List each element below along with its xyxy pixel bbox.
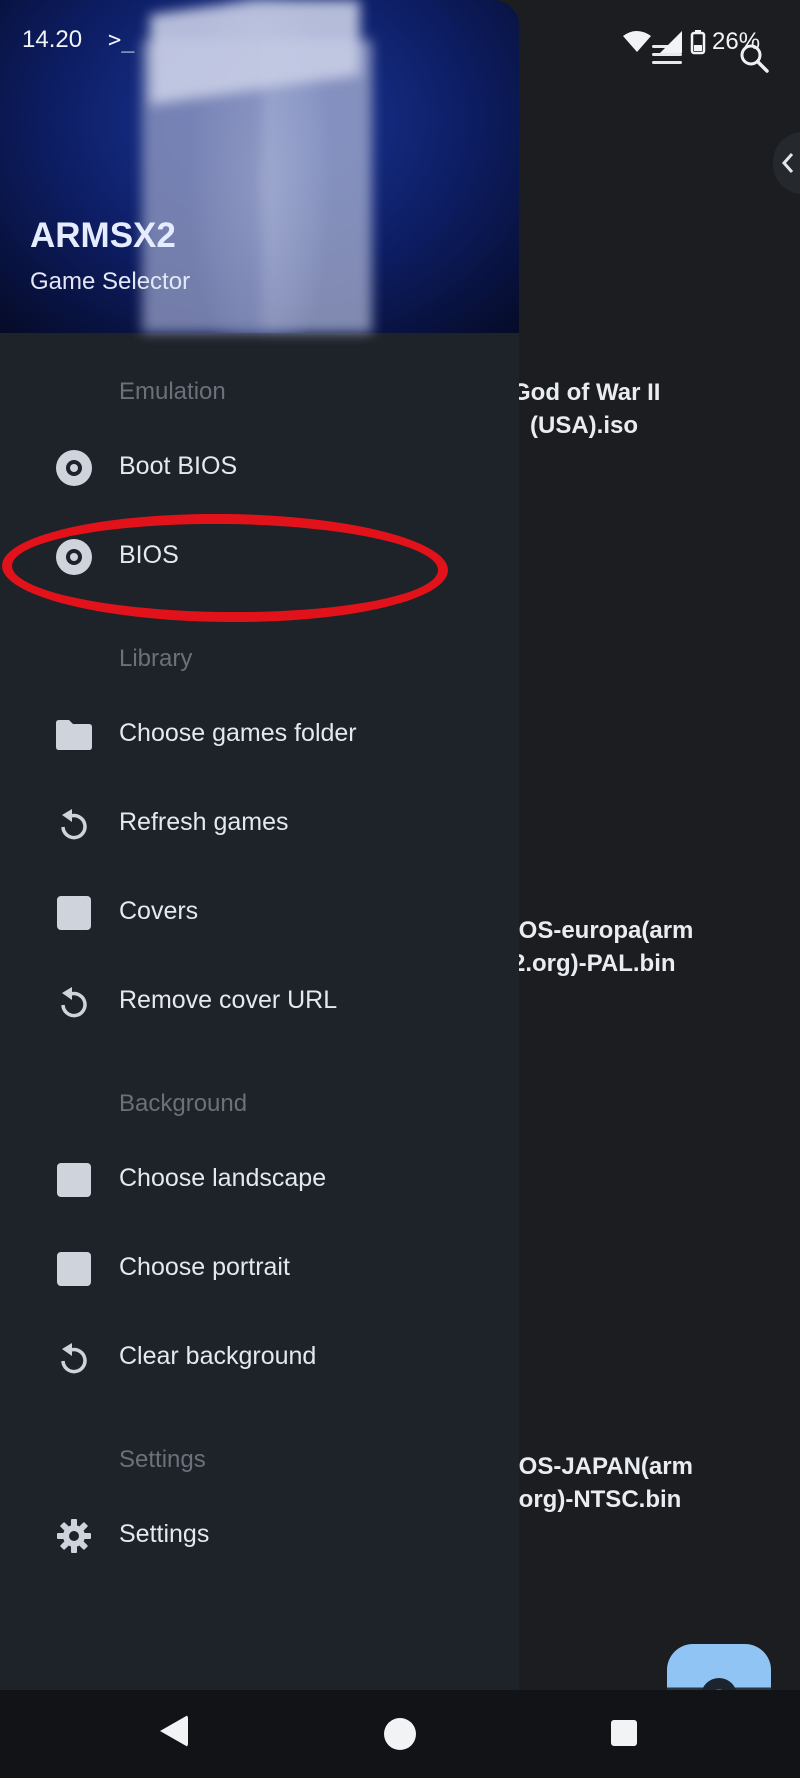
- menu-item-remove-cover-url[interactable]: Remove cover URL: [0, 956, 519, 1045]
- game-list-item[interactable]: God of War II (USA).iso: [512, 376, 772, 442]
- menu-item-label: Refresh games: [119, 808, 289, 836]
- app-subtitle: Game Selector: [30, 268, 191, 295]
- game-title-line2: .org)-NTSC.bin: [512, 1486, 682, 1513]
- menu-item-clear-background[interactable]: Clear background: [0, 1312, 519, 1401]
- gear-icon: [54, 1516, 94, 1556]
- game-title-line1: God of War II: [512, 379, 661, 406]
- menu-item-boot-bios[interactable]: Boot BIOS: [0, 422, 519, 511]
- app-name: ARMSX2: [30, 216, 176, 255]
- menu-item-label: Clear background: [119, 1342, 317, 1370]
- recents-icon[interactable]: [611, 1720, 637, 1746]
- section-emulation: Emulation: [119, 378, 226, 405]
- menu-item-choose-games-folder[interactable]: Choose games folder: [0, 689, 519, 778]
- game-title-line1: IOS-JAPAN(arm: [512, 1453, 693, 1480]
- status-bar: 14.20 >_ 26%: [0, 0, 800, 84]
- signal-icon: [660, 31, 682, 53]
- menu-item-label: Boot BIOS: [119, 452, 238, 480]
- game-title-line2: 2.org)-PAL.bin: [512, 950, 676, 977]
- chevron-left-icon: [781, 153, 794, 173]
- menu-item-choose-landscape[interactable]: Choose landscape: [0, 1134, 519, 1223]
- menu-item-label: Covers: [119, 897, 199, 925]
- radio-icon: [54, 448, 94, 488]
- folder-icon: [54, 715, 94, 755]
- game-list-item[interactable]: IOS-JAPAN(arm .org)-NTSC.bin: [512, 1450, 792, 1516]
- menu-item-covers[interactable]: Covers: [0, 867, 519, 956]
- battery-percent: 26%: [712, 28, 761, 55]
- refresh-icon: [54, 1338, 94, 1378]
- square-icon: [54, 893, 94, 933]
- refresh-icon: [54, 804, 94, 844]
- home-icon[interactable]: [384, 1718, 416, 1750]
- menu-item-choose-portrait[interactable]: Choose portrait: [0, 1223, 519, 1312]
- battery-icon: [690, 30, 706, 55]
- status-icons: 26%: [622, 24, 760, 60]
- menu-item-label: Remove cover URL: [119, 986, 338, 1014]
- side-panel-handle[interactable]: [773, 132, 800, 194]
- wifi-icon: [623, 31, 651, 52]
- square-icon: [54, 1249, 94, 1289]
- square-icon: [54, 1160, 94, 1200]
- game-title-line1: IOS-europa(arm: [512, 917, 694, 944]
- terminal-icon: >_: [108, 28, 135, 53]
- menu-item-label: Choose portrait: [119, 1253, 290, 1281]
- menu-item-label: Settings: [119, 1520, 210, 1548]
- game-title-line2: (USA).iso: [530, 412, 638, 439]
- navigation-drawer: ARMSX2 Game Selector Emulation Boot BIOS…: [0, 0, 519, 1690]
- refresh-icon: [54, 982, 94, 1022]
- menu-item-settings[interactable]: Settings: [0, 1490, 519, 1579]
- menu-item-label: Choose landscape: [119, 1164, 327, 1192]
- section-background: Background: [119, 1090, 248, 1117]
- menu-item-refresh-games[interactable]: Refresh games: [0, 778, 519, 867]
- section-settings: Settings: [119, 1446, 206, 1473]
- status-time: 14.20: [22, 26, 83, 53]
- back-icon[interactable]: [160, 1715, 188, 1747]
- game-list-item[interactable]: IOS-europa(arm 2.org)-PAL.bin: [512, 914, 792, 980]
- menu-item-label: Choose games folder: [119, 719, 357, 747]
